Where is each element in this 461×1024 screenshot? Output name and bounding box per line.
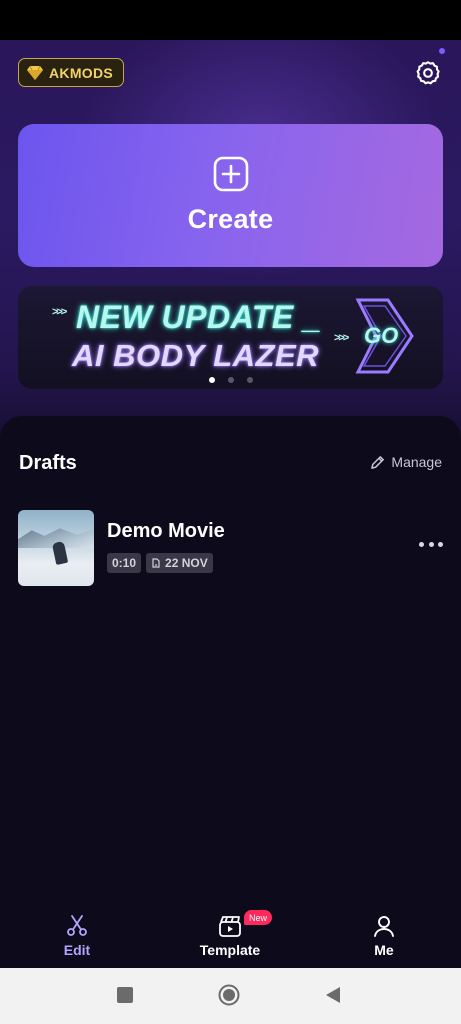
carousel-indicator: [18, 377, 443, 383]
drafts-panel: Drafts Manage Demo Movie 0:10 22 NOV: [0, 416, 461, 968]
date-tag: 22 NOV: [146, 553, 213, 573]
manage-button[interactable]: Manage: [370, 454, 442, 470]
file-icon: [152, 558, 160, 568]
dot: [428, 541, 434, 547]
akmods-label: AKMODS: [49, 64, 114, 81]
nav-edit[interactable]: Edit: [17, 914, 137, 958]
akmods-badge[interactable]: AKMODS: [18, 58, 125, 87]
draft-item[interactable]: Demo Movie 0:10 22 NOV: [18, 510, 443, 586]
app-screen: AKMODS Create >>> NEW UPDATE _ AI BODY L…: [0, 40, 461, 968]
draft-meta: 0:10 22 NOV: [107, 553, 213, 573]
person-icon: [374, 916, 394, 937]
more-options-icon[interactable]: [419, 534, 443, 554]
nav-me[interactable]: Me: [324, 914, 444, 958]
status-bar: [0, 0, 461, 40]
nav-label: Template: [199, 942, 261, 958]
bottom-nav: Edit Template New Me: [0, 906, 461, 968]
banner-go-button[interactable]: GO: [354, 298, 416, 374]
chevrons-decoration: >>>: [334, 332, 349, 344]
plus-square-icon: [213, 156, 248, 192]
banner-headline: NEW UPDATE _: [76, 299, 322, 335]
gem-icon: [27, 65, 43, 80]
notification-dot: [439, 48, 445, 54]
date-label: 22 NOV: [165, 556, 208, 570]
banner-subheadline: AI BODY LAZER: [72, 338, 320, 373]
promo-banner[interactable]: >>> NEW UPDATE _ AI BODY LAZER >>> GO: [18, 286, 443, 389]
carousel-dot: [227, 377, 234, 383]
nav-template[interactable]: Template: [170, 914, 290, 958]
carousel-dot: [208, 377, 215, 383]
new-badge: New: [244, 910, 273, 925]
home-icon[interactable]: [218, 984, 240, 1006]
create-button[interactable]: Create: [18, 124, 443, 267]
draft-thumbnail: [18, 510, 94, 586]
duration-tag: 0:10: [107, 553, 142, 573]
draft-title: Demo Movie: [107, 520, 225, 542]
nav-label: Me: [374, 942, 394, 958]
duration-label: 0:10: [112, 556, 137, 570]
manage-label: Manage: [391, 454, 442, 470]
carousel-dot: [246, 377, 253, 383]
clapper-icon: [219, 916, 241, 937]
drafts-title: Drafts: [19, 452, 77, 474]
recents-icon[interactable]: [116, 986, 134, 1004]
dot: [438, 541, 443, 547]
back-icon[interactable]: [324, 986, 342, 1004]
dot: [419, 541, 424, 547]
chevrons-decoration: >>>: [52, 306, 67, 318]
nav-label: Edit: [63, 942, 91, 958]
gear-icon[interactable]: [414, 59, 442, 87]
system-nav-bar: [0, 968, 461, 1024]
pencil-icon: [371, 455, 385, 469]
scissors-icon: [67, 915, 87, 936]
go-label: GO: [364, 323, 399, 348]
create-label: Create: [187, 204, 274, 234]
